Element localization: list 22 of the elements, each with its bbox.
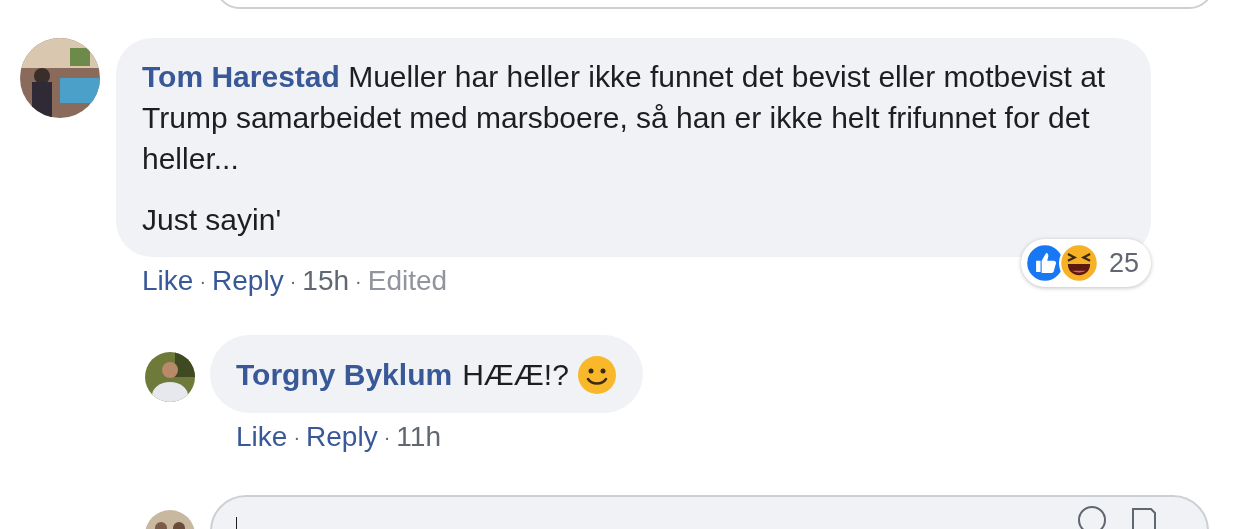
- like-link[interactable]: Like: [142, 265, 194, 297]
- timestamp[interactable]: 11h: [396, 421, 441, 453]
- reaction-count: 25: [1108, 247, 1139, 279]
- like-link[interactable]: Like: [236, 421, 288, 453]
- timestamp[interactable]: 15h: [302, 265, 350, 297]
- reply-link[interactable]: Reply: [212, 265, 284, 297]
- separator: ·: [383, 425, 391, 449]
- reply-link[interactable]: Reply: [306, 421, 378, 453]
- author-link[interactable]: Torgny Byklum: [236, 354, 453, 395]
- smiley-icon[interactable]: [1077, 505, 1107, 529]
- comment-text: HÆÆ!?: [462, 357, 569, 393]
- separator: ·: [355, 269, 362, 293]
- separator: ·: [293, 425, 301, 449]
- author-link[interactable]: Tom Harestad: [142, 60, 340, 93]
- separator: ·: [199, 269, 207, 293]
- avatar[interactable]: [145, 352, 195, 402]
- comment-text: Just sayin': [142, 202, 283, 238]
- reactions-pill[interactable]: 25: [1020, 239, 1151, 287]
- laughing-face-icon: [1058, 243, 1099, 283]
- comment-text: Tom Harestad Mueller har heller ikke funnet det bevist eller motbevist at Trump samarbeidet med marsboere, så han er ikke helt frifunnet for det heller...: [142, 59, 1107, 177]
- sticker-icon[interactable]: [1129, 505, 1159, 529]
- separator: ·: [289, 269, 297, 293]
